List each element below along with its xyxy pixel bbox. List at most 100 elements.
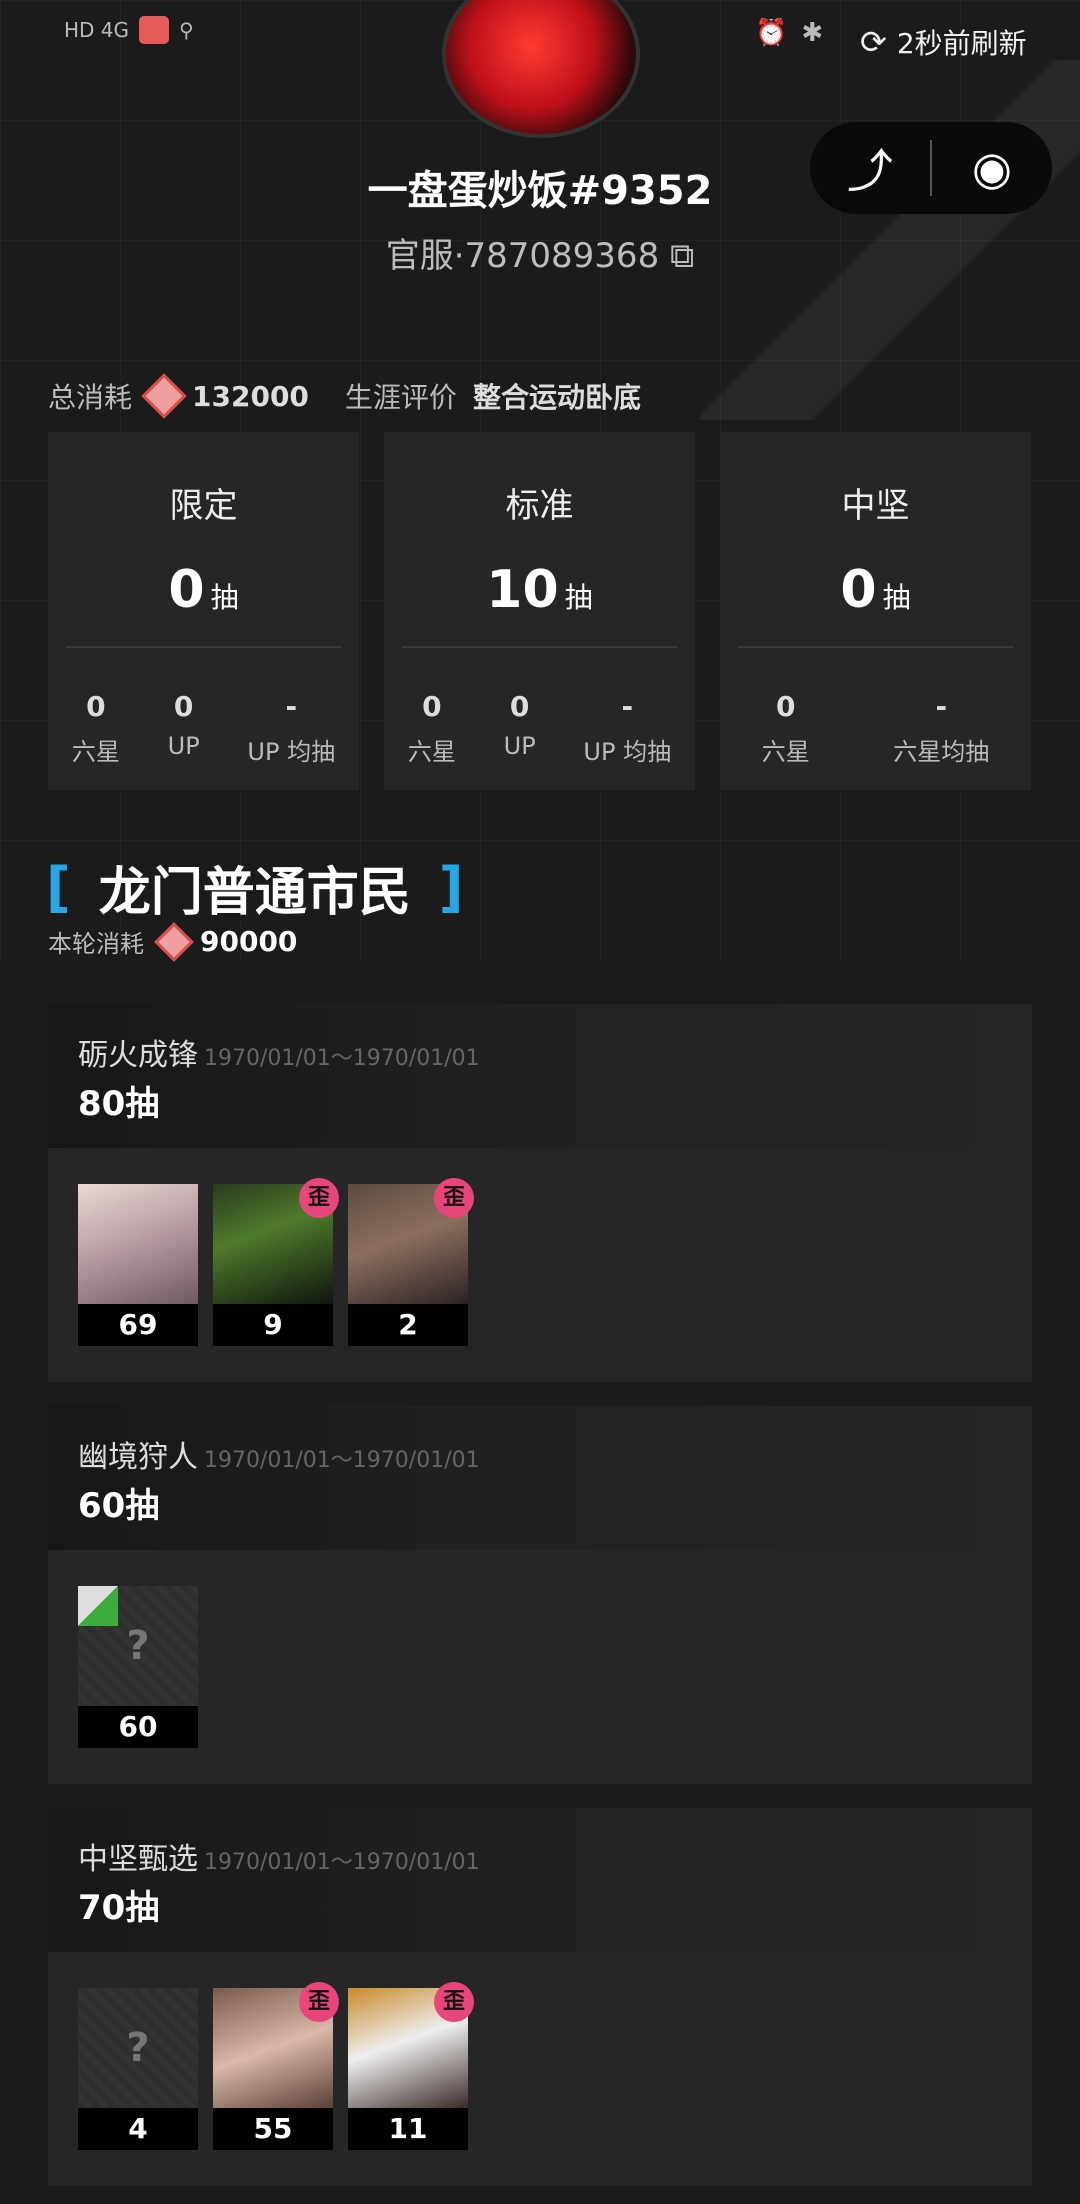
card-pulls-value: 0 (168, 560, 205, 620)
player-name: 一盘蛋炒饭#9352 (367, 168, 713, 214)
card-pulls-value: 0 (840, 560, 877, 620)
stat-value: 0 (173, 690, 194, 723)
card-pulls: 0抽 (720, 560, 1031, 620)
operator-item[interactable]: ? 60 (78, 1586, 198, 1750)
stat-six-star: 0 六星 (762, 690, 810, 767)
operator-item[interactable]: 9 歪 (213, 1178, 339, 1348)
server-id-text: 官服·787089368 (385, 236, 660, 276)
broken-image-icon (78, 1586, 118, 1626)
banner-pulls: 70抽 (78, 1888, 160, 1928)
banner-name-row: 中坚甄选 1970/01/01～1970/01/01 (78, 1834, 480, 1878)
operator-pull-count: 69 (78, 1304, 198, 1346)
stat-up-avg: - UP 均抽 (583, 690, 671, 767)
stat-label: 六星 (71, 738, 120, 766)
banner-body: ? 60 (48, 1550, 1032, 1784)
card-divider (738, 646, 1013, 648)
card-standard: 标准 10 抽 0 六星 0 UP - UP 均抽 (384, 432, 695, 790)
stat-value: 0 (422, 690, 442, 723)
card-pulls: 10 抽 (384, 560, 695, 620)
banner-pulls: 80抽 (78, 1084, 160, 1124)
card-title: 标准 (505, 486, 574, 526)
server-id[interactable]: 官服·787089368 ⧉ (0, 228, 1080, 277)
stat-value: 0 (509, 690, 530, 723)
stat-up-avg: - UP 均抽 (247, 690, 335, 767)
operator-item[interactable]: ? 4 (78, 1988, 198, 2152)
operator-list: ? 60 (78, 1586, 198, 1750)
banner-dates: 1970/01/01～1970/01/01 (204, 1046, 480, 1071)
stat-six-star: 0 六星 (72, 690, 120, 767)
off-banner-badge: 歪 (434, 1178, 474, 1218)
banner-name: 砺火成锋 (78, 1038, 198, 1073)
rating-label: 生涯评价 (344, 381, 457, 414)
banner-dates: 1970/01/01～1970/01/01 (204, 1850, 480, 1875)
card-divider (402, 646, 677, 648)
banner-dates: 1970/01/01～1970/01/01 (204, 1448, 480, 1473)
banner-card[interactable]: 中坚甄选 1970/01/01～1970/01/01 70抽 ? 4 55 歪 1… (48, 1808, 1032, 2186)
off-banner-badge: 歪 (299, 1982, 339, 2022)
card-core: 中坚 0抽 0 六星 - 六星均抽 (720, 432, 1031, 790)
stat-label: UP 均抽 (247, 738, 336, 766)
rating-value: 整合运动卧底 (472, 381, 641, 414)
operator-item[interactable]: 2 歪 (348, 1178, 474, 1348)
bluetooth-icon: ✱ (801, 18, 824, 48)
stat-label: UP (167, 732, 200, 760)
round-cost-label: 本轮消耗 (48, 930, 144, 958)
bracket-right: ] (438, 856, 464, 919)
operator-pull-count: 11 (348, 2108, 468, 2150)
operator-item[interactable]: 69 (78, 1184, 198, 1348)
stat-up: 0 UP (504, 690, 536, 767)
banner-body: 69 9 歪 2 歪 (48, 1148, 1032, 1382)
stat-value: 0 (86, 690, 106, 723)
card-stats: 0 六星 - 六星均抽 (720, 690, 1031, 767)
refresh-icon[interactable]: ⟳ (860, 23, 887, 61)
round-cost-value: 90000 (200, 925, 298, 958)
banner-header: 中坚甄选 1970/01/01～1970/01/01 70抽 (48, 1808, 1032, 1952)
search-icon: ⚲ (179, 18, 194, 42)
stat-label: 六星 (761, 738, 810, 766)
card-title: 中坚 (841, 486, 910, 526)
card-divider (66, 646, 341, 648)
off-banner-badge: 歪 (299, 1178, 339, 1218)
orundum-gem-icon (141, 373, 187, 419)
card-limited: 限定 0抽 0 六星 0 UP - UP 均抽 (48, 432, 359, 790)
banner-header: 幽境狩人 1970/01/01～1970/01/01 60抽 (48, 1406, 1032, 1550)
operator-item[interactable]: 11 歪 (348, 1982, 474, 2152)
operator-portrait (78, 1184, 198, 1304)
operator-list: ? 4 55 歪 11 歪 (78, 1982, 474, 2152)
bracket-left: [ (46, 856, 71, 919)
network-indicator: HD 4G (64, 18, 130, 42)
banner-name-row: 幽境狩人 1970/01/01～1970/01/01 (78, 1432, 480, 1476)
operator-pull-count: 55 (213, 2108, 333, 2150)
status-left: HD 4G ⚲ (64, 16, 194, 44)
card-title: 限定 (169, 486, 238, 526)
banner-header: 砺火成锋 1970/01/01～1970/01/01 80抽 (48, 1004, 1032, 1148)
stat-up: 0 UP (168, 690, 200, 767)
card-pulls-value: 10 (486, 560, 559, 620)
round-cost-row: 本轮消耗 90000 (48, 921, 298, 962)
refresh-status[interactable]: ⟳ 2秒前刷新 (860, 22, 1027, 62)
banner-name-row: 砺火成锋 1970/01/01～1970/01/01 (78, 1030, 480, 1074)
stat-value: - (621, 690, 634, 723)
banner-card[interactable]: 砺火成锋 1970/01/01～1970/01/01 80抽 69 9 歪 2 歪 (48, 1004, 1032, 1382)
banner-card[interactable]: 幽境狩人 1970/01/01～1970/01/01 60抽 ? 60 (48, 1406, 1032, 1784)
card-pulls-unit: 抽 (210, 581, 239, 614)
total-value: 132000 (192, 379, 309, 413)
app-notification-icon (139, 16, 170, 44)
alarm-icon: ⏰ (755, 18, 788, 48)
card-pulls-unit: 抽 (564, 581, 593, 614)
summary-row: 总消耗 132000 生涯评价 整合运动卧底 (48, 373, 641, 419)
stat-value: - (285, 690, 298, 723)
operator-list: 69 9 歪 2 歪 (78, 1178, 474, 1348)
stat-six-star-avg: - 六星均抽 (893, 690, 989, 767)
banner-name: 幽境狩人 (78, 1440, 198, 1475)
status-right: ⏰ ✱ (755, 18, 823, 48)
operator-item[interactable]: 55 歪 (213, 1982, 339, 2152)
banner-pulls: 60抽 (78, 1486, 160, 1526)
off-banner-badge: 歪 (434, 1982, 474, 2022)
card-stats: 0 六星 0 UP - UP 均抽 (48, 690, 359, 767)
banner-body: ? 4 55 歪 11 歪 (48, 1952, 1032, 2186)
copy-icon[interactable]: ⧉ (670, 236, 694, 276)
total-label: 总消耗 (48, 381, 133, 414)
stat-value: - (935, 690, 948, 723)
rank-title-row: [ 龙门普通市民 ] (46, 850, 463, 925)
